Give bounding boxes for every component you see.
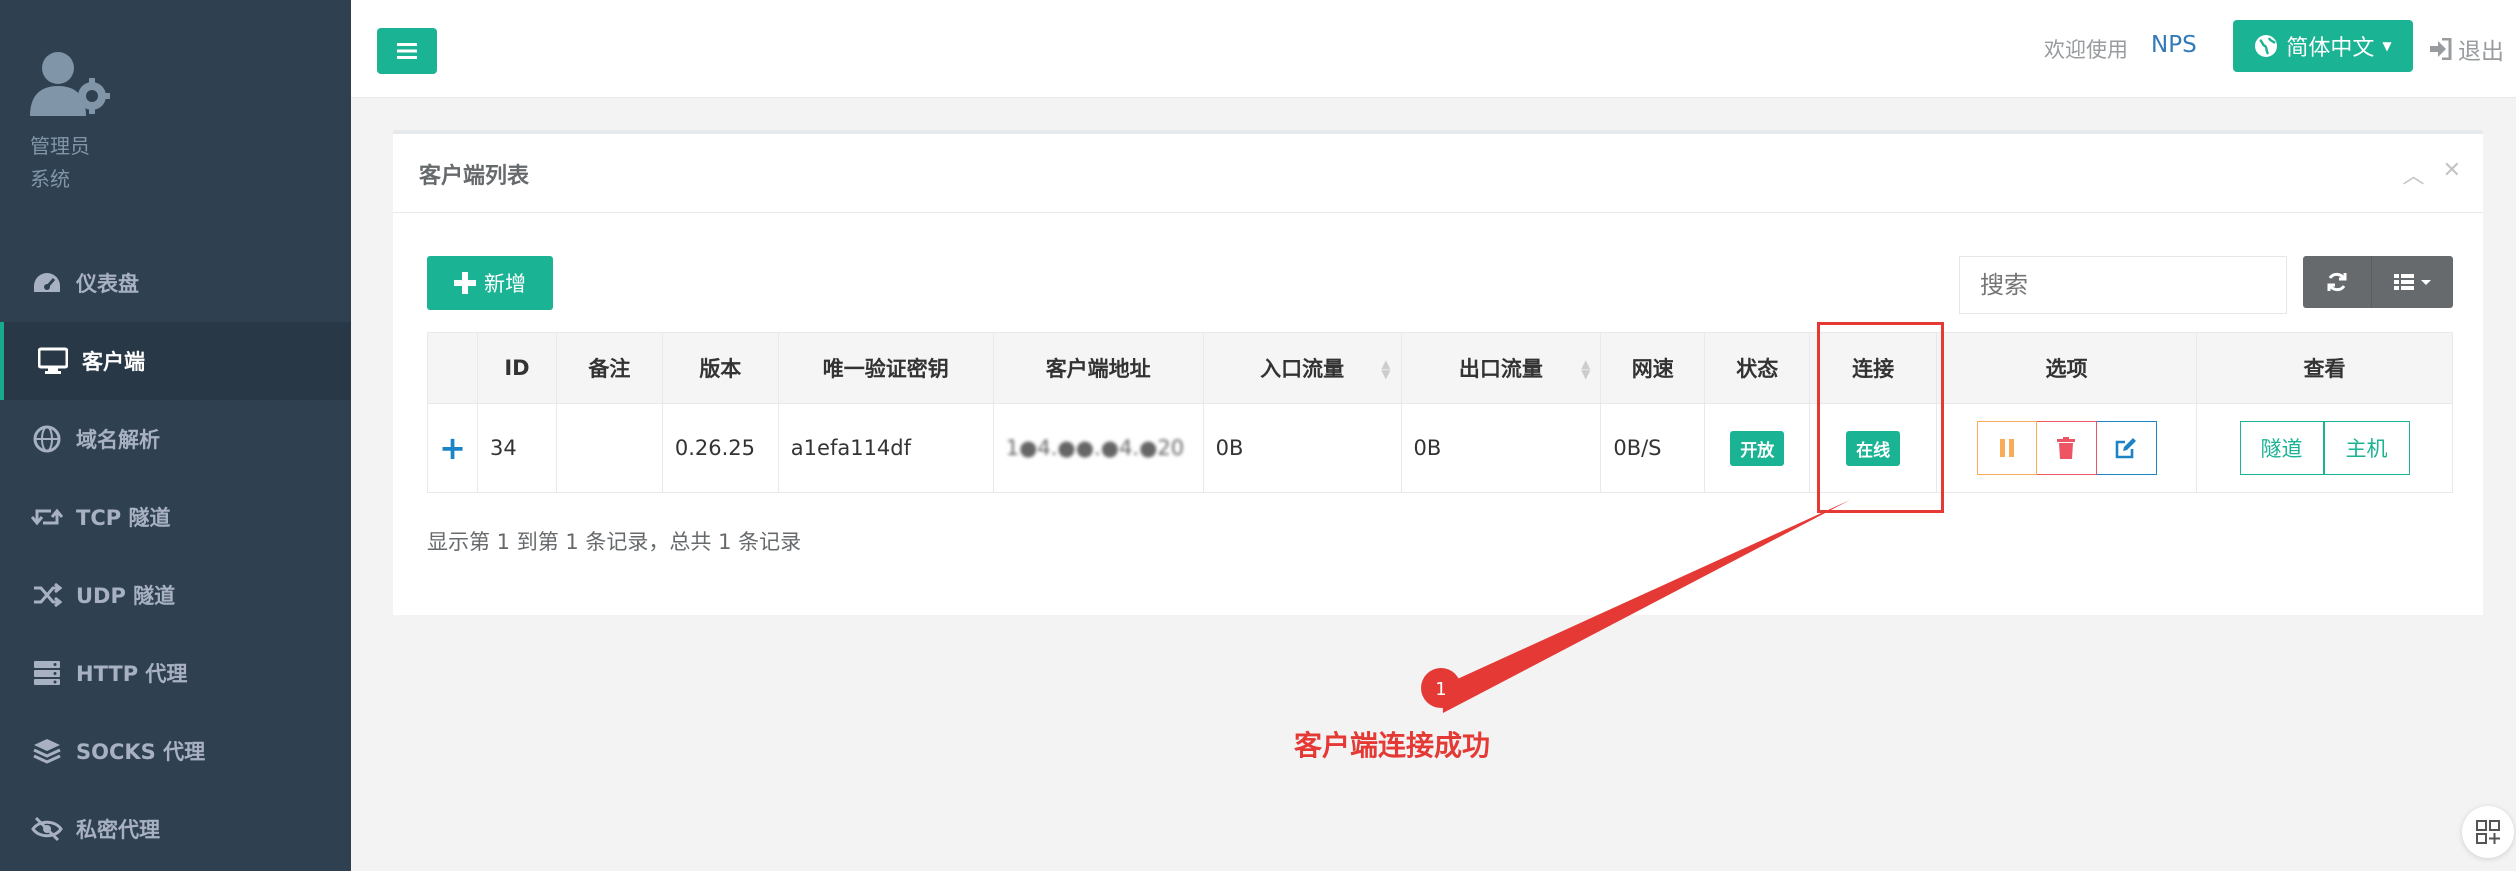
floating-apps-button[interactable] xyxy=(2462,806,2514,858)
apps-grid-icon xyxy=(2476,820,2500,844)
annotation-marker-number: 1 xyxy=(1435,679,1446,700)
annotation-arrow: 1 xyxy=(1421,500,1850,713)
annotation-label: 客户端连接成功 xyxy=(1294,729,1491,762)
